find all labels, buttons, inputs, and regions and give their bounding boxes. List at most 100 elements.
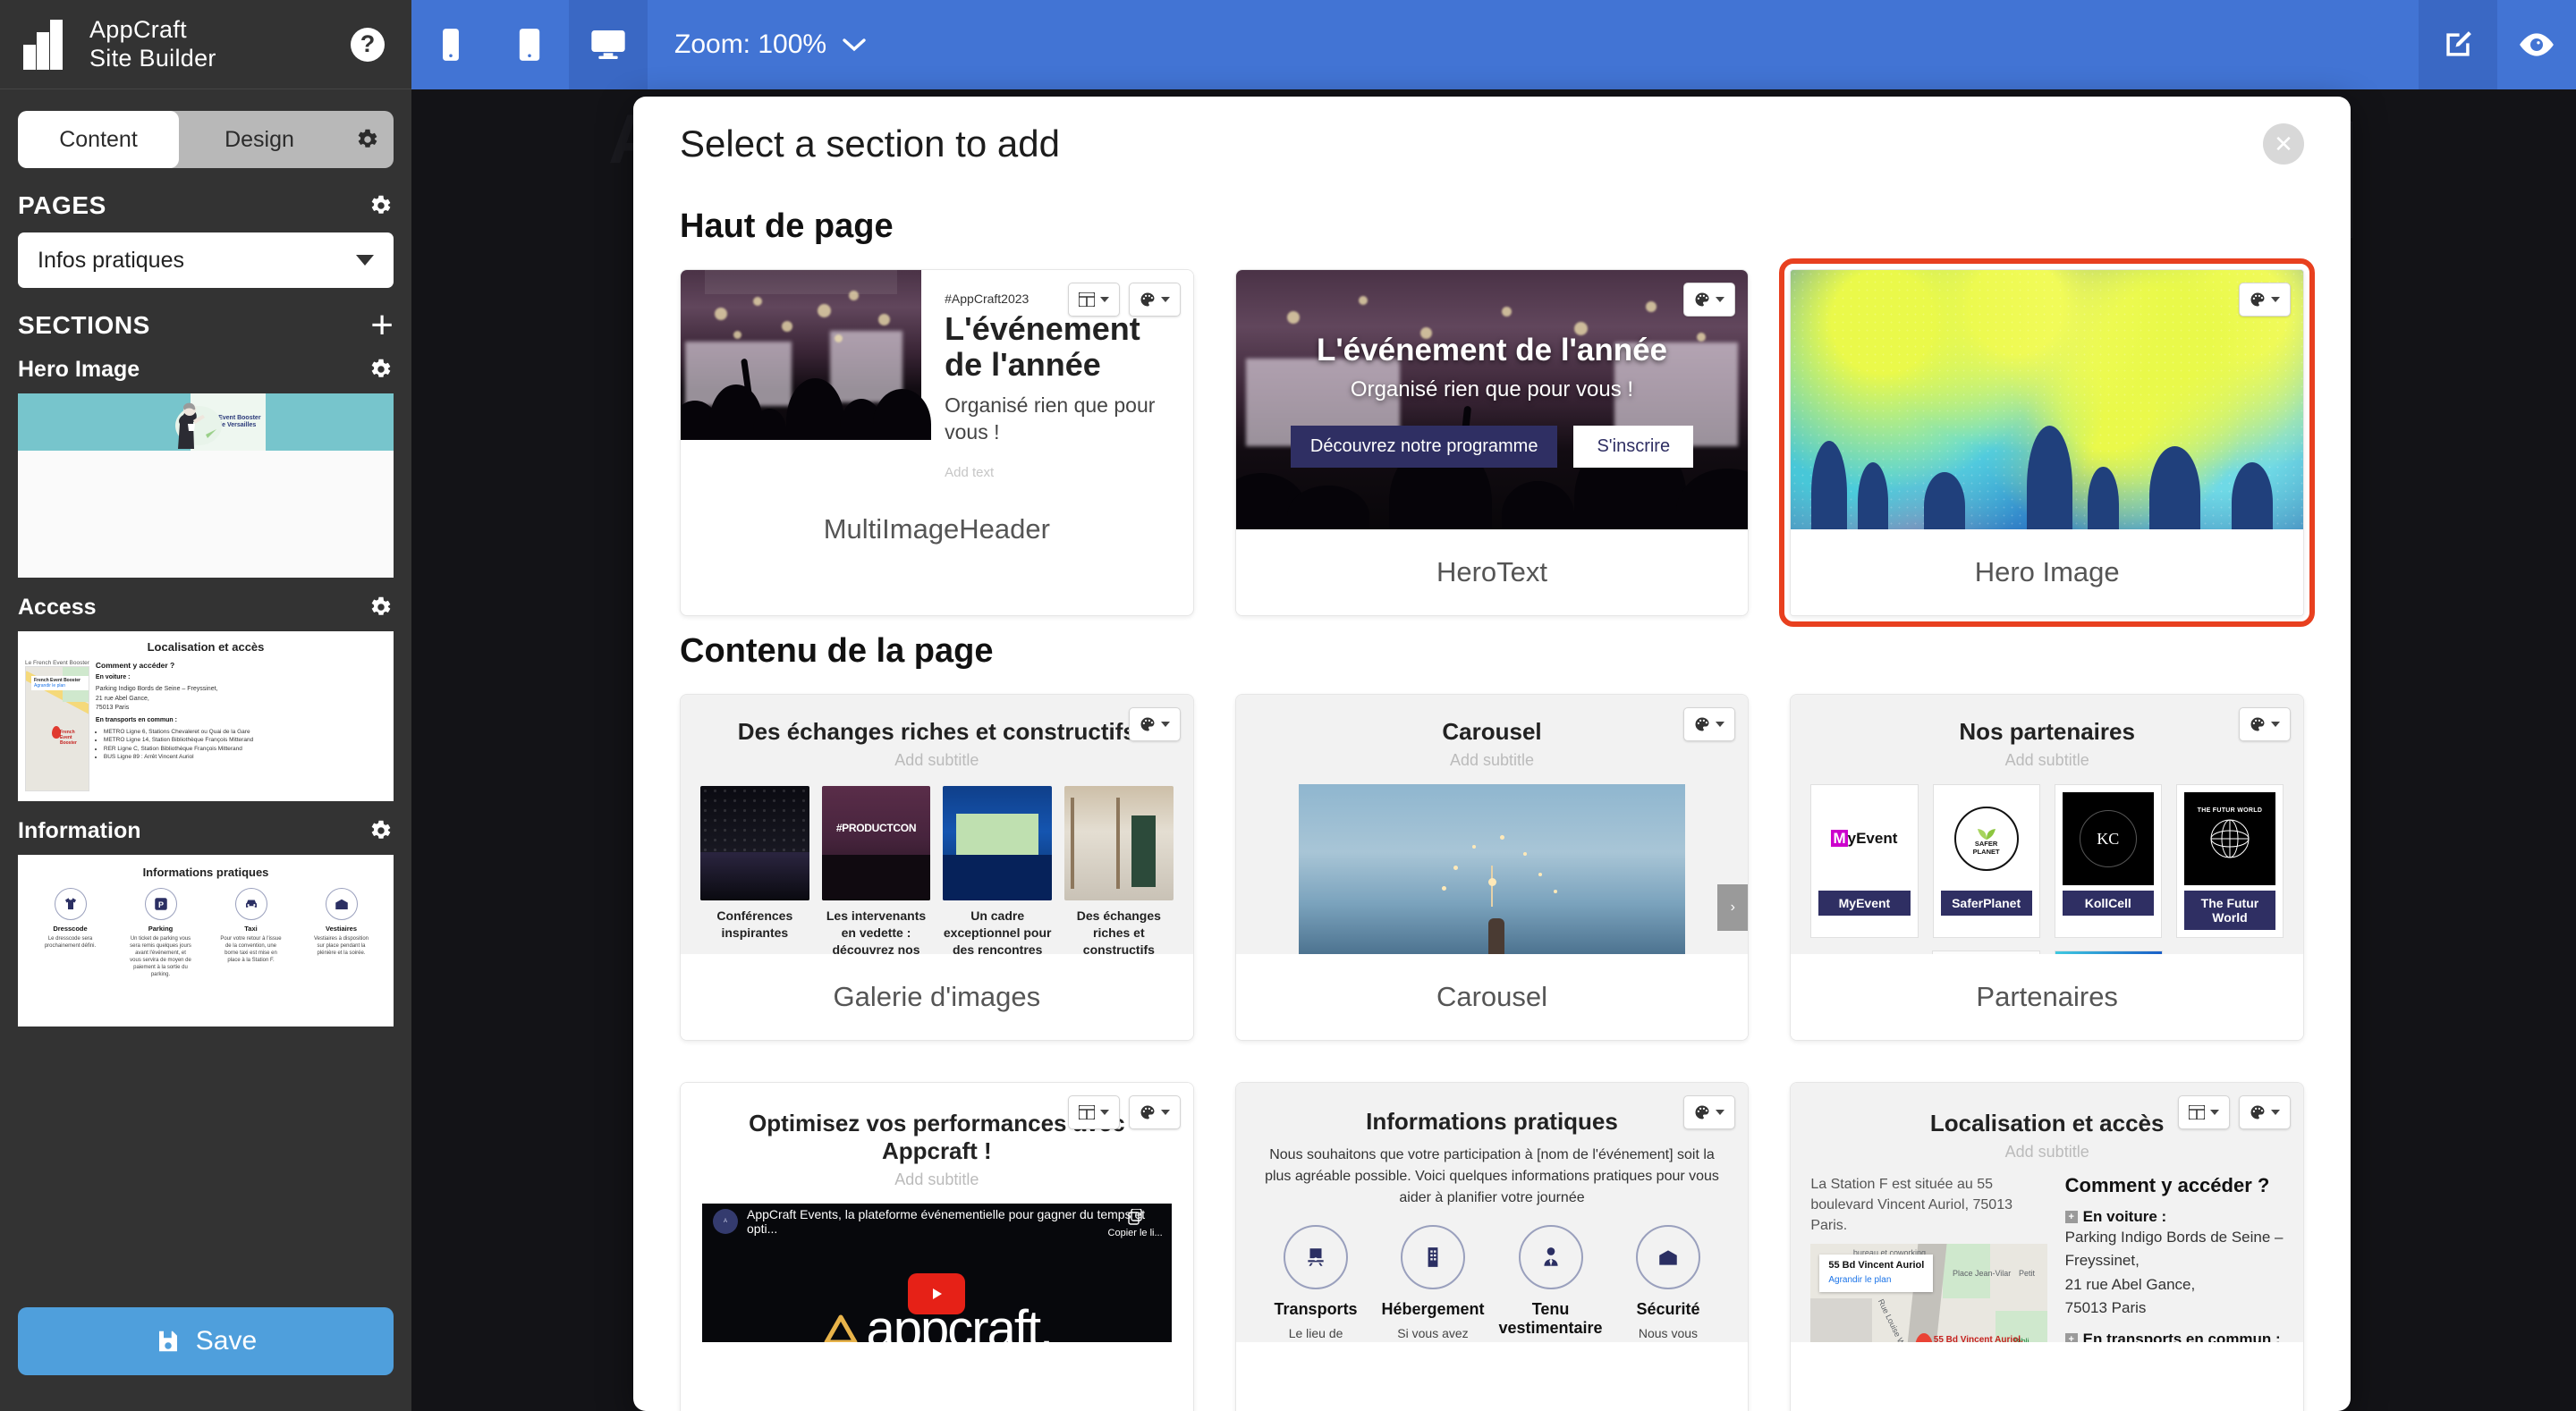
section-card-video[interactable]: Optimisez vos performances avec Appcraft… bbox=[680, 1082, 1194, 1411]
secondary-cta-button[interactable]: S'inscrire bbox=[1573, 426, 1693, 468]
access-how-title: Comment y accéder ? bbox=[96, 660, 386, 671]
page-select[interactable]: Infos pratiques bbox=[18, 232, 394, 288]
device-tablet-button[interactable] bbox=[490, 0, 569, 89]
zoom-control[interactable]: Zoom: 100% bbox=[648, 0, 893, 89]
card-pills bbox=[1683, 283, 1735, 317]
preview-subtitle[interactable]: Add subtitle bbox=[1236, 751, 1749, 770]
sidebar-section-hero-image[interactable]: Hero Image French Event Booster Porte de… bbox=[0, 349, 411, 578]
palette-icon-pill[interactable] bbox=[1683, 1095, 1735, 1129]
help-icon[interactable]: ? bbox=[351, 28, 385, 62]
section-card-hero-image[interactable]: Hero Image bbox=[1790, 269, 2304, 616]
layout-icon-pill[interactable] bbox=[1068, 1095, 1120, 1129]
appcraft-logo-icon bbox=[23, 20, 73, 70]
palette-icon bbox=[2250, 716, 2266, 732]
layout-icon bbox=[2189, 1105, 2205, 1120]
sidebar-section-access[interactable]: Access Localisation et accès Le French E… bbox=[0, 587, 411, 801]
gallery-image bbox=[943, 786, 1052, 900]
preview-heading: Informations pratiques bbox=[1258, 1108, 1727, 1136]
section-thumbnail-access[interactable]: Localisation et accès Le French Event Bo… bbox=[18, 631, 394, 801]
save-area: Save bbox=[0, 1284, 411, 1411]
pages-settings-gear-icon[interactable] bbox=[367, 192, 394, 219]
palette-icon-pill[interactable] bbox=[2239, 283, 2291, 317]
video-title: AppCraft Events, la plateforme événement… bbox=[747, 1207, 1161, 1236]
device-desktop-button[interactable] bbox=[569, 0, 648, 89]
carousel-next-button[interactable]: › bbox=[1717, 884, 1748, 931]
palette-icon-pill[interactable] bbox=[1129, 283, 1181, 317]
card-preview: Nos partenaires Add subtitle MyEvent MyE… bbox=[1791, 695, 2303, 954]
add-text-placeholder[interactable]: Add text bbox=[945, 465, 1170, 480]
location-map[interactable]: bureau et coworking Place Jean-Vilar Pet… bbox=[1810, 1244, 2046, 1342]
access-transit-item: METRO Ligne 14, Station Bibliothèque Fra… bbox=[104, 736, 386, 744]
section-thumbnail-hero[interactable]: French Event Booster Porte de Versailles bbox=[18, 393, 394, 578]
section-card-carousel[interactable]: Carousel Add subtitle bbox=[1235, 694, 1750, 1041]
palette-icon bbox=[1140, 291, 1156, 308]
section-card-informations-pratiques[interactable]: Informations pratiques Nous souhaitons q… bbox=[1235, 1082, 1750, 1411]
map-card-link[interactable]: Agrandir le plan bbox=[34, 683, 65, 689]
partner-name: MyEvent bbox=[1818, 891, 1910, 916]
preview-subtitle[interactable]: Add subtitle bbox=[702, 1170, 1172, 1189]
map-card-link[interactable]: Agrandir le plan bbox=[1828, 1275, 1891, 1285]
section-settings-gear-icon[interactable] bbox=[367, 817, 394, 844]
modal-body: Haut de page bbox=[633, 191, 2351, 1411]
access-car-line-3: 75013 Paris bbox=[96, 704, 386, 713]
section-card-localisation-et-acces[interactable]: Localisation et accès Add subtitle La St… bbox=[1790, 1082, 2304, 1411]
primary-cta-button[interactable]: Découvrez notre programme bbox=[1291, 426, 1558, 468]
add-section-icon[interactable]: + bbox=[370, 314, 394, 337]
gallery-caption: Les intervenants en vedette : découvrez … bbox=[822, 908, 931, 954]
access-thumb-map-card: French Event Booster Agrandir le plan bbox=[31, 676, 89, 690]
sidebar-section-information[interactable]: Information Informations pratiques Dress… bbox=[0, 810, 411, 1027]
preview-button[interactable] bbox=[2497, 0, 2576, 89]
youtube-play-button[interactable] bbox=[908, 1273, 965, 1314]
section-card-galerie-dimages[interactable]: Des échanges riches et constructifs Add … bbox=[680, 694, 1194, 1041]
transit-title: En transports en commun : bbox=[2083, 1331, 2281, 1342]
access-transit-item: RER Ligne C, Station Bibliothèque Franço… bbox=[104, 745, 386, 753]
section-card-partenaires[interactable]: Nos partenaires Add subtitle MyEvent MyE… bbox=[1790, 694, 2304, 1041]
design-settings-gear-icon[interactable] bbox=[340, 111, 394, 168]
device-mobile-button[interactable] bbox=[411, 0, 490, 89]
app-brand: AppCraft Site Builder ? bbox=[0, 0, 411, 89]
access-car-line-2: 21 rue Abel Gance, bbox=[96, 695, 386, 704]
app-root: AppCraft Site Builder ? Content Design P… bbox=[0, 0, 2576, 1411]
gallery-item: Des échanges riches et constructifs bbox=[1064, 786, 1174, 954]
section-card-multiimageheader[interactable]: #AppCraft2023 L'événement de l'année Org… bbox=[680, 269, 1194, 616]
card-preview: #AppCraft2023 L'événement de l'année Org… bbox=[681, 270, 1193, 486]
palette-icon-pill[interactable] bbox=[2239, 707, 2291, 741]
palette-icon bbox=[1694, 716, 1710, 732]
palette-icon-pill[interactable] bbox=[1683, 283, 1735, 317]
palette-icon-pill[interactable] bbox=[1683, 707, 1735, 741]
palette-icon-pill[interactable] bbox=[1129, 707, 1181, 741]
palette-icon-pill[interactable] bbox=[1129, 1095, 1181, 1129]
preview-subtitle[interactable]: Add subtitle bbox=[1810, 751, 2284, 770]
video-player[interactable]: A AppCraft Events, la plateforme événeme… bbox=[702, 1204, 1172, 1342]
tab-design[interactable]: Design bbox=[179, 111, 340, 168]
section-card-herotext[interactable]: L'événement de l'année Organisé rien que… bbox=[1235, 269, 1750, 616]
gallery-image bbox=[1064, 786, 1174, 900]
close-icon[interactable]: ✕ bbox=[2263, 123, 2304, 165]
section-settings-gear-icon[interactable] bbox=[367, 594, 394, 621]
edit-pencil-icon bbox=[2441, 28, 2475, 62]
train-icon bbox=[1284, 1225, 1348, 1289]
tab-content[interactable]: Content bbox=[18, 111, 179, 168]
preview-subtitle[interactable]: Add subtitle bbox=[700, 751, 1174, 770]
save-button[interactable]: Save bbox=[18, 1307, 394, 1375]
card-label: Hero Image bbox=[1791, 529, 2303, 615]
speaker-illustration-icon bbox=[161, 395, 224, 451]
preview-subtitle[interactable]: Add subtitle bbox=[1810, 1143, 2284, 1162]
modal-title: Select a section to add bbox=[680, 123, 1060, 165]
partner-item: SAFERPLANET SaferPlanet bbox=[1933, 784, 2040, 938]
section-thumbnail-information[interactable]: Informations pratiques Dresscode Le dres… bbox=[18, 855, 394, 1027]
partners-preview: Nos partenaires Add subtitle MyEvent MyE… bbox=[1791, 695, 2303, 954]
palette-icon-pill[interactable] bbox=[2239, 1095, 2291, 1129]
section-settings-gear-icon[interactable] bbox=[367, 356, 394, 383]
layout-icon-pill[interactable] bbox=[2178, 1095, 2230, 1129]
copy-link-button[interactable]: Copier le li... bbox=[1108, 1209, 1163, 1238]
info-thumb-item: Dresscode Le dresscode sera prochainemen… bbox=[39, 888, 102, 979]
section-row-header: Hero Image bbox=[0, 349, 411, 390]
layout-icon-pill[interactable] bbox=[1068, 283, 1120, 317]
edit-mode-button[interactable] bbox=[2419, 0, 2497, 89]
preview-subtitle: Organisé rien que pour vous ! bbox=[1351, 377, 1633, 402]
info-item-desc: Le lieu de l'événement est facilement ac… bbox=[1265, 1324, 1368, 1342]
wardrobe-icon bbox=[326, 888, 358, 920]
gallery-caption: Conférences inspirantes bbox=[700, 908, 809, 942]
info-thumb-title: Informations pratiques bbox=[25, 866, 386, 879]
